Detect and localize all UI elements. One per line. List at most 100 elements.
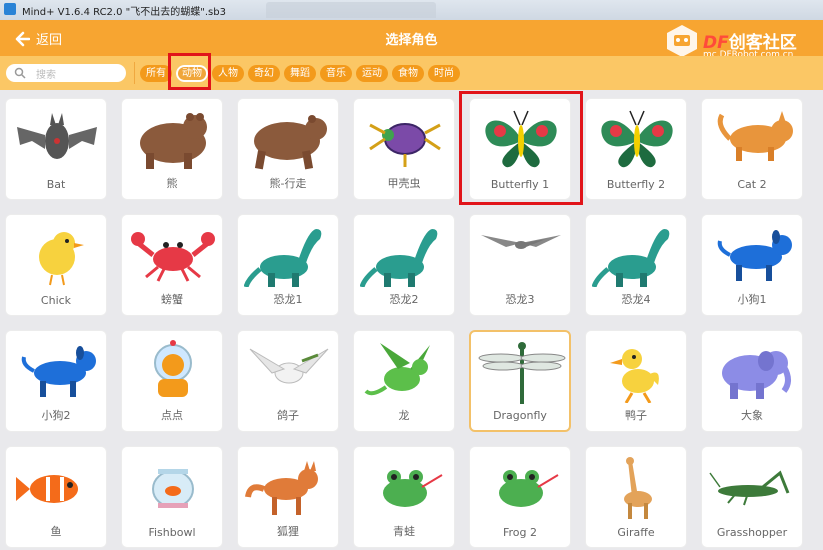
category-tab[interactable]: 所有 <box>140 65 172 82</box>
sprite-card[interactable]: 狐狸 <box>237 446 339 548</box>
category-tab[interactable]: 时尚 <box>428 65 460 82</box>
fishbowl-icon <box>152 469 194 508</box>
sprite-card[interactable]: 鸽子 <box>237 330 339 432</box>
dinosaur-icon <box>244 229 322 287</box>
sprite-card[interactable]: 恐龙4 <box>585 214 687 316</box>
sprite-name: 青蛙 <box>393 525 415 538</box>
sprite-name: 恐龙2 <box>389 293 419 306</box>
sprite-grid: Bat 熊 熊-行走 甲壳虫 Butterfly 1 Butterfly 2 Cat 2 Ch… <box>5 98 815 550</box>
sprite-name: 螃蟹 <box>161 293 183 306</box>
sprite-card[interactable]: 熊 <box>121 98 223 200</box>
dog-icon <box>21 346 96 397</box>
sprite-name: 小狗2 <box>41 409 71 422</box>
butterfly-icon <box>601 110 673 168</box>
sprite-name: 熊-行走 <box>269 177 307 190</box>
sprite-card[interactable]: 鸭子 <box>585 330 687 432</box>
dog-icon <box>717 230 792 281</box>
sprite-card[interactable]: Butterfly 2 <box>585 98 687 200</box>
category-tab[interactable]: 人物 <box>212 65 244 82</box>
sprite-name: 鱼 <box>50 525 62 538</box>
window-title: Mind+ V1.6.4 RC2.0 "飞不出去的蝴蝶".sb3 <box>22 7 226 18</box>
filter-bar: 搜索 所有 动物 人物 奇幻 舞蹈 音乐 运动 食物 时尚 <box>0 56 823 90</box>
elephant-icon <box>722 351 791 399</box>
beetle-icon <box>369 123 441 167</box>
sprite-name: 狐狸 <box>277 525 299 538</box>
category-tab[interactable]: 奇幻 <box>248 65 280 82</box>
sprite-card[interactable]: 螃蟹 <box>121 214 223 316</box>
sprite-card[interactable]: Chick <box>5 214 107 316</box>
category-tab[interactable]: 动物 <box>176 65 208 82</box>
robot-hex-icon <box>667 25 697 57</box>
cat-icon <box>717 111 793 161</box>
sprite-card[interactable]: 青蛙 <box>353 446 455 548</box>
dragon-icon <box>364 343 430 396</box>
sprite-name: 熊 <box>166 177 178 190</box>
sprite-card[interactable]: Fishbowl <box>121 446 223 548</box>
sprite-card[interactable]: Bat <box>5 98 107 200</box>
sprite-card[interactable]: Giraffe <box>585 446 687 548</box>
search-icon <box>14 67 26 79</box>
sprite-card[interactable]: 恐龙3 <box>469 214 571 316</box>
category-tab[interactable]: 音乐 <box>320 65 352 82</box>
sprite-name: 大象 <box>741 409 763 422</box>
background-tab <box>266 2 436 18</box>
duck-icon <box>610 349 659 403</box>
category-tab[interactable]: 舞蹈 <box>284 65 316 82</box>
category-tabs: 所有 动物 人物 奇幻 舞蹈 音乐 运动 食物 时尚 <box>140 65 460 82</box>
sprite-card[interactable]: 甲壳虫 <box>353 98 455 200</box>
sprite-card[interactable]: 大象 <box>701 330 803 432</box>
fox-icon <box>245 461 318 515</box>
sprite-name: Frog 2 <box>502 526 537 539</box>
sprite-name: Chick <box>40 294 72 307</box>
sprite-card[interactable]: Grasshopper <box>701 446 803 548</box>
sprite-name: 鸽子 <box>277 409 299 422</box>
sprite-name: Butterfly 1 <box>490 178 550 191</box>
giraffe-icon <box>624 457 652 519</box>
chick-icon <box>39 232 84 286</box>
sprite-name: 恐龙1 <box>273 293 303 306</box>
sprite-card[interactable]: 龙 <box>353 330 455 432</box>
sprite-name: Dragonfly <box>493 409 547 422</box>
sprite-card[interactable]: Cat 2 <box>701 98 803 200</box>
grasshopper-icon <box>709 470 790 506</box>
astronaut-dog-icon <box>154 340 192 397</box>
app-icon <box>4 3 16 15</box>
frog-icon <box>383 470 443 507</box>
sprite-name: Grasshopper <box>716 526 788 539</box>
fish-icon <box>16 475 78 503</box>
sprite-card[interactable]: 小狗2 <box>5 330 107 432</box>
frog-icon <box>499 470 559 507</box>
sprite-name: 恐龙3 <box>505 293 535 306</box>
search-input[interactable]: 搜索 <box>6 64 126 82</box>
sprite-card[interactable]: 恐龙1 <box>237 214 339 316</box>
sprite-name: Fishbowl <box>148 526 196 539</box>
bear-walking-icon <box>254 115 327 170</box>
sprite-name: Bat <box>46 178 66 191</box>
search-placeholder: 搜索 <box>36 70 56 81</box>
crab-icon <box>131 232 215 282</box>
dove-icon <box>249 348 329 384</box>
sprite-card[interactable]: 熊-行走 <box>237 98 339 200</box>
butterfly-icon <box>485 110 557 168</box>
sprite-name: 鸭子 <box>625 409 647 422</box>
sprite-name: 小狗1 <box>737 293 767 306</box>
sprite-card[interactable]: 恐龙2 <box>353 214 455 316</box>
category-tab[interactable]: 运动 <box>356 65 388 82</box>
pterodactyl-icon <box>481 235 561 249</box>
sprite-name: 甲壳虫 <box>387 177 421 190</box>
sprite-card[interactable]: Dragonfly <box>469 330 571 432</box>
sprite-name: 恐龙4 <box>621 293 651 306</box>
category-tab[interactable]: 食物 <box>392 65 424 82</box>
sprite-card[interactable]: Frog 2 <box>469 446 571 548</box>
bat-icon <box>17 113 97 159</box>
sprite-card[interactable]: 鱼 <box>5 446 107 548</box>
sprite-name: 龙 <box>398 409 410 422</box>
dinosaur-icon <box>592 229 670 287</box>
sprite-card[interactable]: 点点 <box>121 330 223 432</box>
sprite-name: 点点 <box>161 409 183 422</box>
sprite-card[interactable]: Butterfly 1 <box>469 98 571 200</box>
sprite-card[interactable]: 小狗1 <box>701 214 803 316</box>
sprite-name: Butterfly 2 <box>606 178 666 191</box>
bear-icon <box>140 113 207 169</box>
divider <box>134 62 135 84</box>
